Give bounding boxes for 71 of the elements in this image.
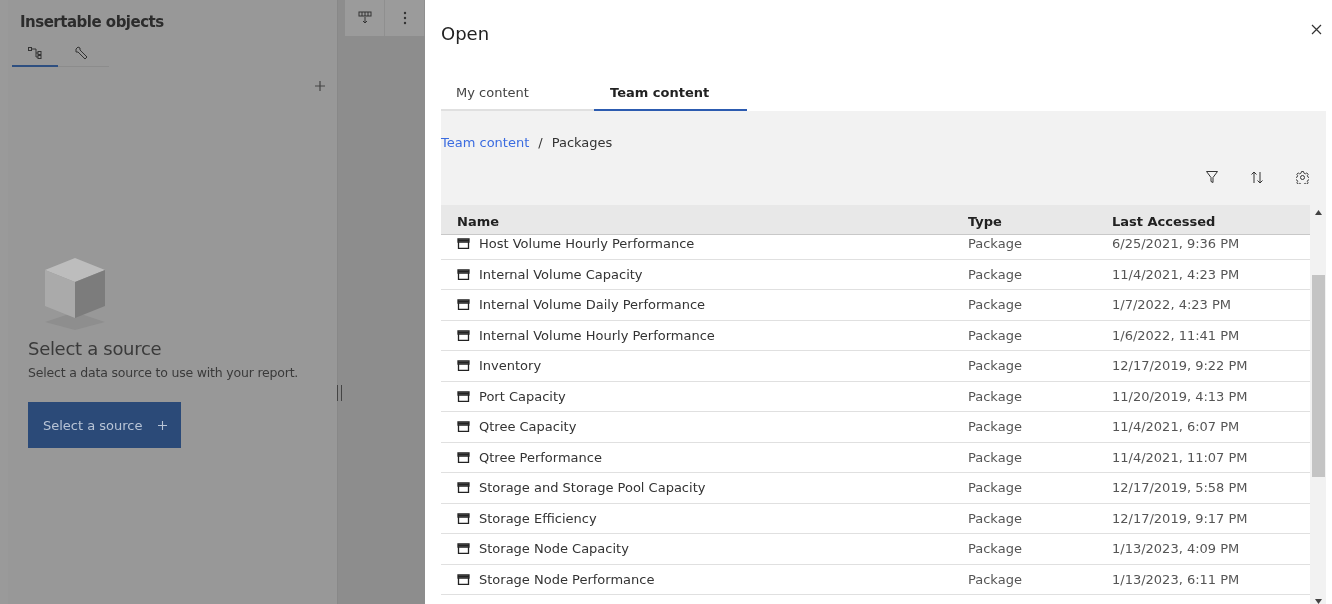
table-cell-text: Package: [968, 327, 1023, 343]
package-name[interactable]: Internal Volume Capacity: [479, 266, 643, 282]
table-cell-text: 1/6/2022, 11:41 PM: [1112, 327, 1241, 343]
package-name[interactable]: Storage Efficiency: [479, 510, 597, 526]
table-cell-text: Package: [968, 297, 1023, 313]
package-icon: [457, 390, 470, 402]
package-name[interactable]: Storage Node Performance: [479, 571, 655, 587]
empty-heading: Select a source: [28, 338, 162, 359]
table-cell-text: Package: [968, 480, 1023, 496]
table-cell-text: 11/4/2021, 4:23 PM: [1112, 266, 1241, 282]
package-icon: [457, 512, 470, 524]
table-cell-text: Package: [968, 571, 1023, 587]
package-name[interactable]: Qtree Capacity: [479, 419, 577, 435]
table-cell-text: Package: [968, 541, 1023, 557]
breadcrumb-link[interactable]: Team content: [441, 135, 530, 155]
table-cell-text: Package: [968, 388, 1023, 404]
tree-icon: [28, 47, 42, 59]
breadcrumb-separator: /: [538, 135, 543, 152]
table-cell-text: Package: [968, 358, 1023, 374]
column-header[interactable]: Type: [968, 214, 1112, 234]
package-name[interactable]: Storage and Storage Pool Capacity: [479, 480, 706, 496]
package-icon: [457, 482, 470, 494]
table-cell-text: 1/13/2023, 6:11 PM: [1112, 571, 1241, 587]
package-name[interactable]: Internal Volume Daily Performance: [479, 297, 706, 313]
scrollbar-thumb[interactable]: [1312, 275, 1325, 477]
plus-icon: [157, 420, 167, 430]
table-cell-text: 11/4/2021, 11:07 PM: [1112, 449, 1249, 465]
dialog-title: Open: [441, 23, 490, 46]
table-cell-text: 12/17/2019, 5:58 PM: [1112, 480, 1249, 496]
table-cell-text: Package: [968, 266, 1023, 282]
wrench-icon: [74, 46, 88, 60]
scroll-up-icon[interactable]: [1314, 210, 1322, 215]
package-icon: [457, 421, 470, 433]
column-header[interactable]: Last Accessed: [1112, 214, 1310, 234]
table-cell-text: Package: [968, 419, 1023, 435]
package-icon: [457, 268, 470, 280]
table-cell-text: 12/17/2019, 9:17 PM: [1112, 510, 1249, 526]
package-icon: [457, 329, 470, 341]
panel-title: Insertable objects: [19, 12, 165, 33]
package-icon: [457, 360, 470, 372]
table-cell-text: Package: [968, 449, 1023, 465]
package-icon: [457, 299, 470, 311]
table-cell-text: Package: [968, 236, 1023, 252]
settings-icon[interactable]: [1296, 171, 1309, 184]
package-name[interactable]: Host Volume Hourly Performance: [479, 236, 695, 252]
empty-description: Select a data source to use with your report.: [28, 365, 299, 380]
package-icon: [457, 238, 470, 250]
table-cell-text: 12/17/2019, 9:22 PM: [1112, 358, 1249, 374]
package-name[interactable]: Storage Node Capacity: [479, 541, 629, 557]
close-icon[interactable]: [1311, 24, 1322, 35]
package-icon: [457, 451, 470, 463]
table-cell-text: 1/7/2022, 4:23 PM: [1112, 297, 1233, 313]
table-cell-text: 11/20/2019, 4:13 PM: [1112, 388, 1249, 404]
package-icon: [457, 573, 470, 585]
table-cell-text: Package: [968, 510, 1023, 526]
column-header[interactable]: Name: [441, 214, 968, 234]
package-name[interactable]: Port Capacity: [479, 388, 566, 404]
breadcrumb-current: Packages: [551, 135, 613, 152]
add-icon[interactable]: [315, 81, 325, 91]
package-icon: [457, 543, 470, 555]
content-tab[interactable]: My content: [441, 76, 594, 111]
package-name[interactable]: Qtree Performance: [479, 449, 602, 465]
scroll-down-icon[interactable]: [1314, 599, 1322, 604]
table-cell-text: 6/25/2021, 9:36 PM: [1112, 236, 1241, 252]
package-name[interactable]: Inventory: [479, 358, 542, 374]
table-cell-text: 11/4/2021, 6:07 PM: [1112, 419, 1241, 435]
filter-icon[interactable]: [1206, 171, 1218, 184]
select-source-button[interactable]: Select a source: [28, 402, 181, 448]
sort-icon[interactable]: [1251, 171, 1263, 184]
table-cell-text: 1/13/2023, 4:09 PM: [1112, 541, 1241, 557]
package-name[interactable]: Internal Volume Hourly Performance: [479, 327, 715, 343]
